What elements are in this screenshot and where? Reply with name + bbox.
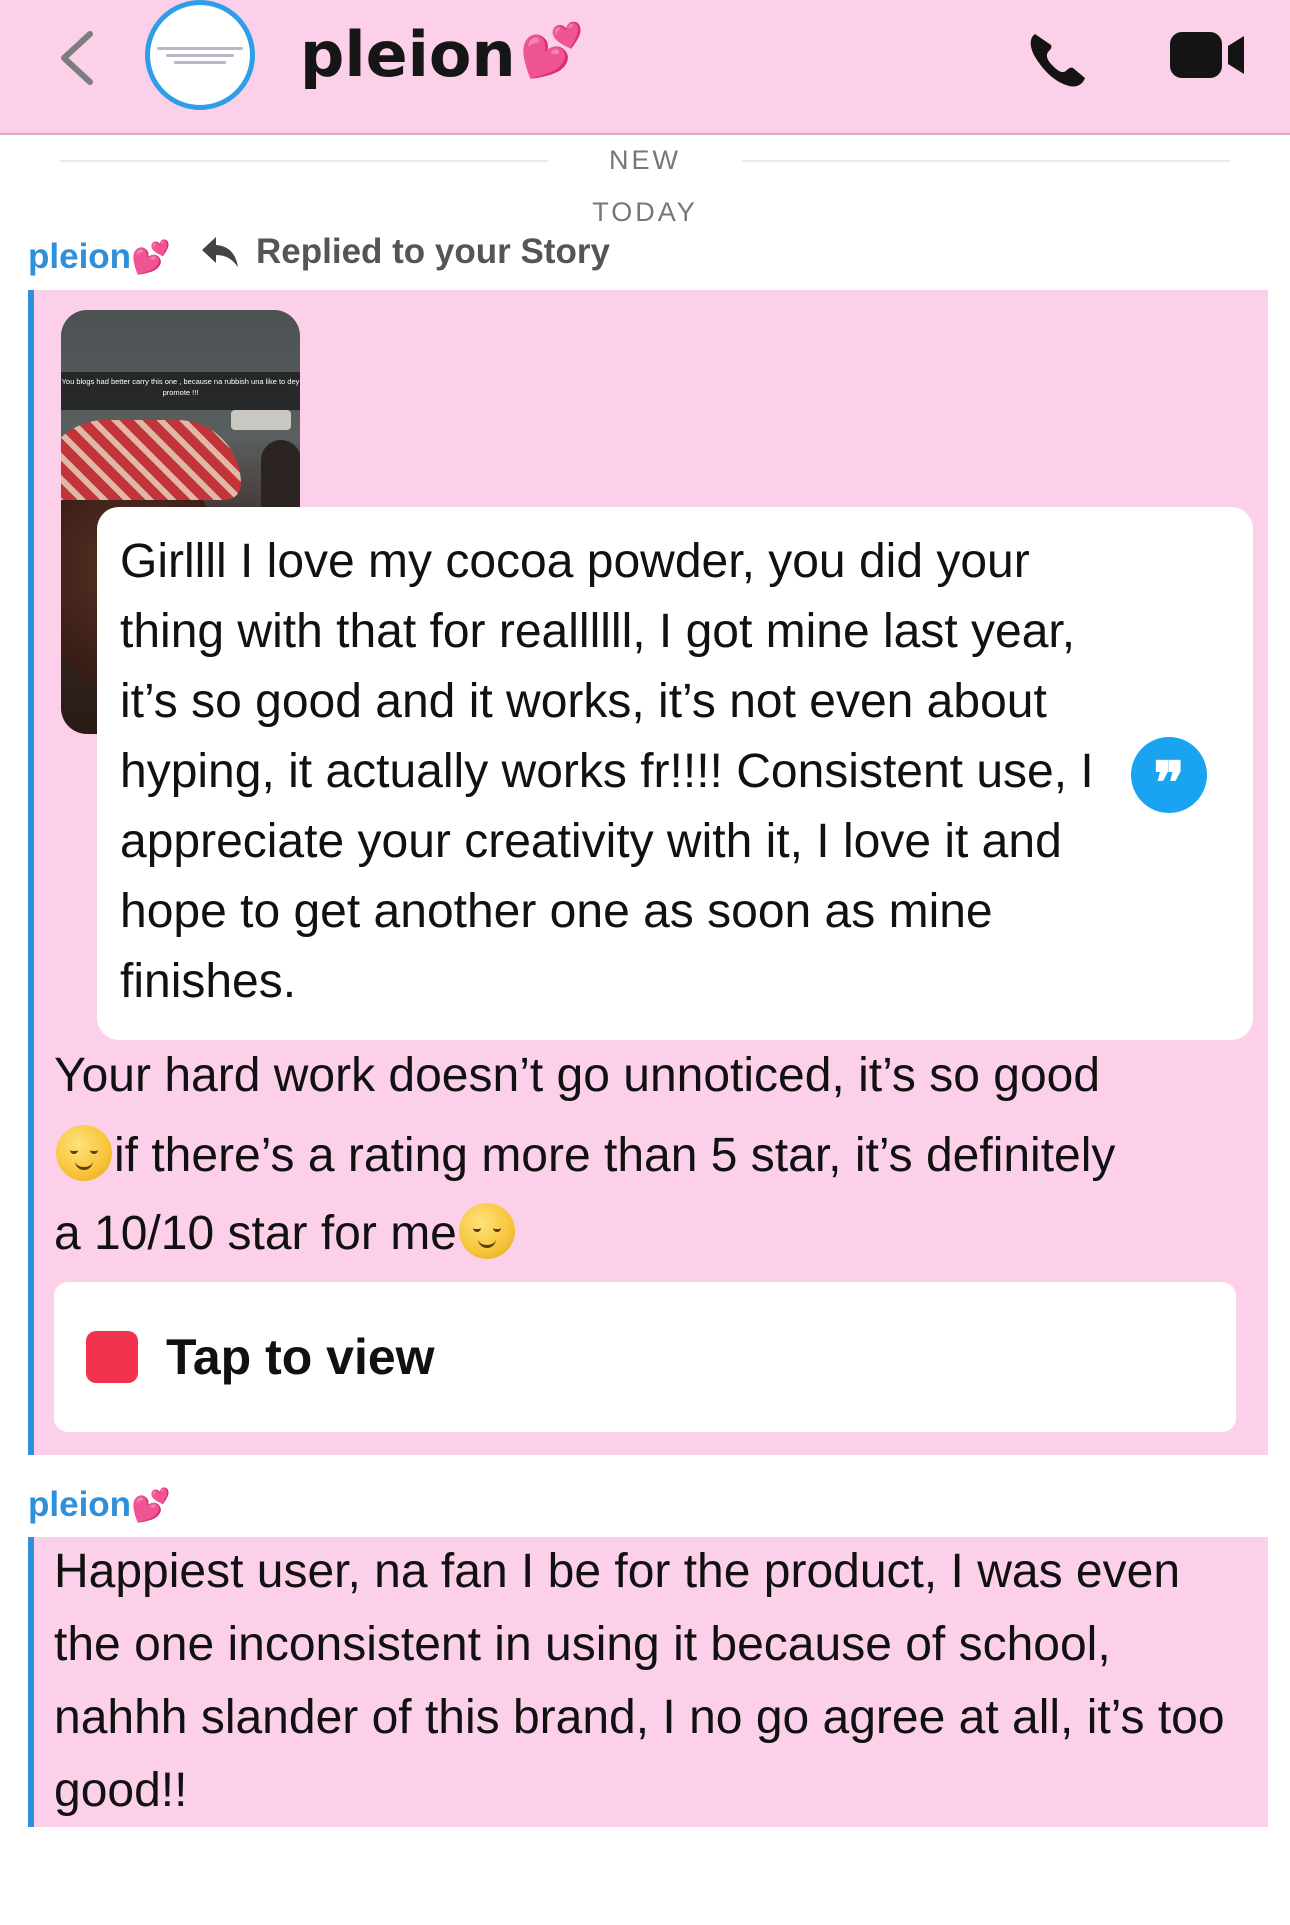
message-line: a 10/10 star for me	[54, 1198, 1254, 1270]
message-sender: pleion💕	[28, 1485, 171, 1525]
reply-meta-text: Replied to your Story	[256, 232, 610, 271]
sender-name: pleion	[28, 237, 132, 276]
avatar-image	[157, 43, 243, 68]
new-separator-label: NEW	[609, 145, 681, 175]
separator-line-left	[60, 160, 548, 162]
message-line-text: if there’s a rating more than 5 star, it…	[114, 1129, 1116, 1182]
sparkling-hearts-emoji: 💕	[131, 1487, 171, 1523]
chat-header: pleion💕	[0, 0, 1290, 135]
reply-arrow-icon	[202, 237, 238, 267]
avatar[interactable]	[145, 0, 255, 110]
sparkling-hearts-emoji: 💕	[131, 239, 171, 275]
sparkling-hearts-emoji: 💕	[519, 21, 585, 81]
back-button[interactable]	[52, 28, 112, 88]
message-text: Happiest user, na fan I be for the produ…	[54, 1545, 1225, 1817]
sender-name: pleion	[28, 1485, 132, 1524]
message-line-text: a 10/10 star for me	[54, 1207, 457, 1260]
message-sender: pleion💕	[28, 237, 171, 277]
tap-to-view-label: Tap to view	[166, 1329, 435, 1385]
ceiling-light	[231, 410, 291, 430]
story-reply-meta: Replied to your Story	[200, 232, 610, 272]
contact-name-text: pleion	[300, 18, 516, 91]
message-line: Your hard work doesn’t go unnoticed, it’…	[54, 1049, 1101, 1102]
video-camera-icon	[1170, 32, 1244, 78]
separator-line-right	[742, 160, 1230, 162]
message-text: Your hard work doesn’t go unnoticed, it’…	[54, 1040, 1254, 1270]
call-button[interactable]	[1025, 28, 1095, 92]
today-separator-label: TODAY	[592, 197, 698, 227]
contact-name[interactable]: pleion💕	[300, 18, 584, 91]
tap-to-view-button[interactable]: Tap to view	[54, 1282, 1236, 1432]
story-caption: You blogs had better carry this one , be…	[61, 372, 300, 410]
smiling-blush-emoji	[56, 1125, 112, 1181]
quoted-message-text: Girllll I love my cocoa powder, you did …	[120, 535, 1094, 1008]
video-call-button[interactable]	[1168, 28, 1248, 82]
snap-indicator-icon	[86, 1331, 138, 1383]
quoted-message-card[interactable]: Girllll I love my cocoa powder, you did …	[97, 507, 1253, 1040]
phone-icon	[1030, 34, 1085, 87]
relieved-face-emoji	[458, 1203, 515, 1259]
quote-icon[interactable]: ❞	[1131, 737, 1207, 817]
story-photo-bandana	[61, 420, 241, 500]
message-line: if there’s a rating more than 5 star, it…	[54, 1120, 1254, 1198]
chevron-left-icon	[61, 31, 93, 85]
